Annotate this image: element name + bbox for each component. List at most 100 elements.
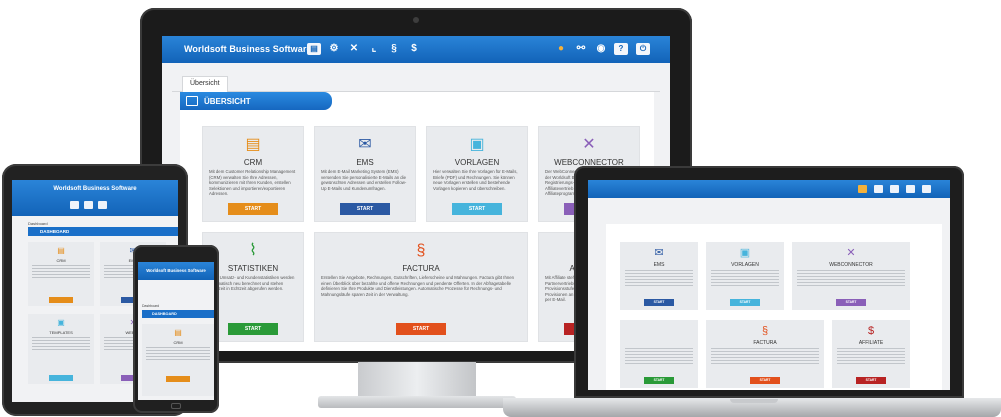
dashboard-title: DASHBOARD — [152, 311, 177, 316]
statistiken-start-button[interactable]: START — [644, 377, 674, 384]
card-description — [32, 337, 90, 351]
card-title: CRM — [243, 158, 263, 167]
phone-screen: Worldsoft Business Software Dashboard DA… — [138, 262, 214, 400]
factura-start-button[interactable]: START — [750, 377, 780, 384]
statistiken-start-button[interactable]: START — [228, 323, 278, 335]
card-title: WEBCONNECTOR — [829, 262, 873, 268]
badge-user-icon[interactable]: ● — [554, 43, 568, 55]
section-title: ÜBERSICHT — [204, 97, 251, 106]
crm-icon: ▤ — [174, 328, 182, 337]
tablet-card-crm: ▤ CRM — [28, 242, 94, 306]
help-icon[interactable] — [84, 201, 93, 209]
contacts-icon[interactable]: ▤ — [307, 43, 321, 55]
phone-card-crm: ▤ CRM — [142, 324, 214, 396]
card-ems: ✉ EMS Mit dem E-Mail Marketing System (E… — [314, 126, 416, 222]
monitor-stand-base — [318, 396, 516, 408]
crm-start-button[interactable] — [49, 297, 73, 303]
laptop-card-webconnector: ✕ WEBCONNECTOR START — [792, 242, 910, 310]
card-factura: § FACTURA Erstellen Sie Angebote, Rechnu… — [314, 232, 528, 342]
tab-strip: Übersicht — [172, 76, 660, 92]
smartphone: Worldsoft Business Software Dashboard DA… — [133, 245, 219, 413]
templates-start-button[interactable] — [49, 375, 73, 381]
crm-icon: ▤ — [57, 246, 65, 255]
tablet-card-templates: ▣ TEMPLATES — [28, 314, 94, 384]
chart-icon[interactable]: ⌞ — [367, 43, 381, 55]
card-title: CRM — [56, 258, 66, 263]
crm-start-button[interactable]: START — [228, 203, 278, 215]
network-icon[interactable]: ⚙ — [327, 43, 341, 55]
factura-icon: § — [416, 242, 426, 259]
webconnector-icon: ✕ — [582, 136, 596, 153]
card-description — [837, 348, 905, 365]
card-title: CRM — [173, 340, 183, 345]
dashboard-label: Dashboard — [142, 304, 160, 308]
card-vorlagen: ▣ VORLAGEN Hier verwalten Sie Ihre Vorla… — [426, 126, 528, 222]
camera-dot — [413, 17, 419, 23]
user-icon[interactable] — [70, 201, 79, 209]
card-title: FACTURA — [753, 340, 777, 346]
dashboard-bar: DASHBOARD — [28, 227, 178, 236]
home-button[interactable] — [171, 403, 181, 409]
help-icon[interactable] — [906, 185, 915, 193]
card-description: Viele Umsatz- und Kundenstatistiken werd… — [209, 275, 295, 292]
webconnector-start-button[interactable]: START — [836, 299, 866, 306]
laptop: ✉ EMS START ▣ VORLAGEN START ✕ WEBCONNEC… — [574, 166, 964, 398]
vorlagen-start-button[interactable]: START — [452, 203, 502, 215]
card-description: Mit dem E-Mail Marketing System (EMS) ve… — [321, 169, 407, 191]
crm-icon: ▤ — [245, 136, 261, 153]
badge-user-icon[interactable] — [858, 185, 867, 193]
factura-icon: § — [761, 325, 769, 337]
templates-icon: ▣ — [57, 318, 65, 327]
vorlagen-start-button[interactable]: START — [730, 299, 760, 306]
card-title: VORLAGEN — [454, 158, 500, 167]
card-crm: ▤ CRM Mit dem Customer Relationship Mana… — [202, 126, 304, 222]
factura-start-button[interactable]: START — [396, 323, 446, 335]
power-icon[interactable] — [98, 201, 107, 209]
tab-uebersicht[interactable]: Übersicht — [182, 76, 228, 92]
app-header: Worldsoft Business Software ▤ ⚙ ✕ ⌞ § $ … — [162, 36, 670, 63]
laptop-card-factura: § FACTURA START — [706, 320, 824, 388]
tools-icon[interactable]: ✕ — [347, 43, 361, 55]
laptop-notch — [730, 399, 778, 403]
card-description: Mit dem Customer Relationship Management… — [209, 169, 296, 197]
power-icon[interactable] — [922, 185, 931, 193]
card-title: EMS — [653, 262, 665, 268]
card-description: Erstellen Sie Angebote, Rechnungen, Guts… — [321, 275, 515, 297]
card-description — [625, 348, 693, 365]
tablet-app-header: Worldsoft Business Software — [12, 180, 178, 216]
card-description — [146, 347, 210, 361]
user-icon[interactable] — [890, 185, 899, 193]
card-title: TEMPLATES — [49, 330, 73, 335]
help-icon[interactable]: ? — [614, 43, 628, 55]
laptop-card-statistiken: START — [620, 320, 698, 388]
card-title: FACTURA — [402, 264, 440, 273]
ems-icon: ✉ — [654, 247, 664, 259]
card-title: VORLAGEN — [731, 262, 759, 268]
laptop-card-ems: ✉ EMS START — [620, 242, 698, 310]
dashboard-label: Dashboard — [28, 221, 48, 226]
affiliate-icon: $ — [867, 325, 875, 337]
laptop-overview-panel: ✉ EMS START ▣ VORLAGEN START ✕ WEBCONNEC… — [606, 224, 942, 390]
ems-start-button[interactable]: START — [340, 203, 390, 215]
laptop-card-vorlagen: ▣ VORLAGEN START — [706, 242, 784, 310]
card-description — [711, 270, 779, 287]
statistics-icon: ⌇ — [249, 242, 257, 259]
link-icon[interactable] — [874, 185, 883, 193]
dashboard-title: DASHBOARD — [40, 229, 70, 234]
power-icon[interactable]: ⏻ — [636, 43, 650, 55]
phone-app-title: Worldsoft Business Software — [146, 268, 206, 273]
link-icon[interactable]: ⚯ — [574, 43, 588, 55]
app-title: Worldsoft Business Software — [184, 44, 312, 54]
card-description — [625, 270, 693, 287]
invoice-icon[interactable]: § — [387, 43, 401, 55]
card-title: EMS — [356, 158, 374, 167]
ems-start-button[interactable]: START — [644, 299, 674, 306]
card-description: Hier verwalten Sie Ihre Vorlagen für E-M… — [433, 169, 518, 191]
affiliate-start-button[interactable]: START — [856, 377, 886, 384]
crm-start-button[interactable] — [166, 376, 190, 382]
dollar-icon[interactable]: $ — [407, 43, 421, 55]
phone-app-header: Worldsoft Business Software — [138, 262, 214, 280]
user-icon[interactable]: ◉ — [594, 43, 608, 55]
card-description — [711, 348, 819, 365]
templates-icon: ▣ — [469, 136, 485, 153]
